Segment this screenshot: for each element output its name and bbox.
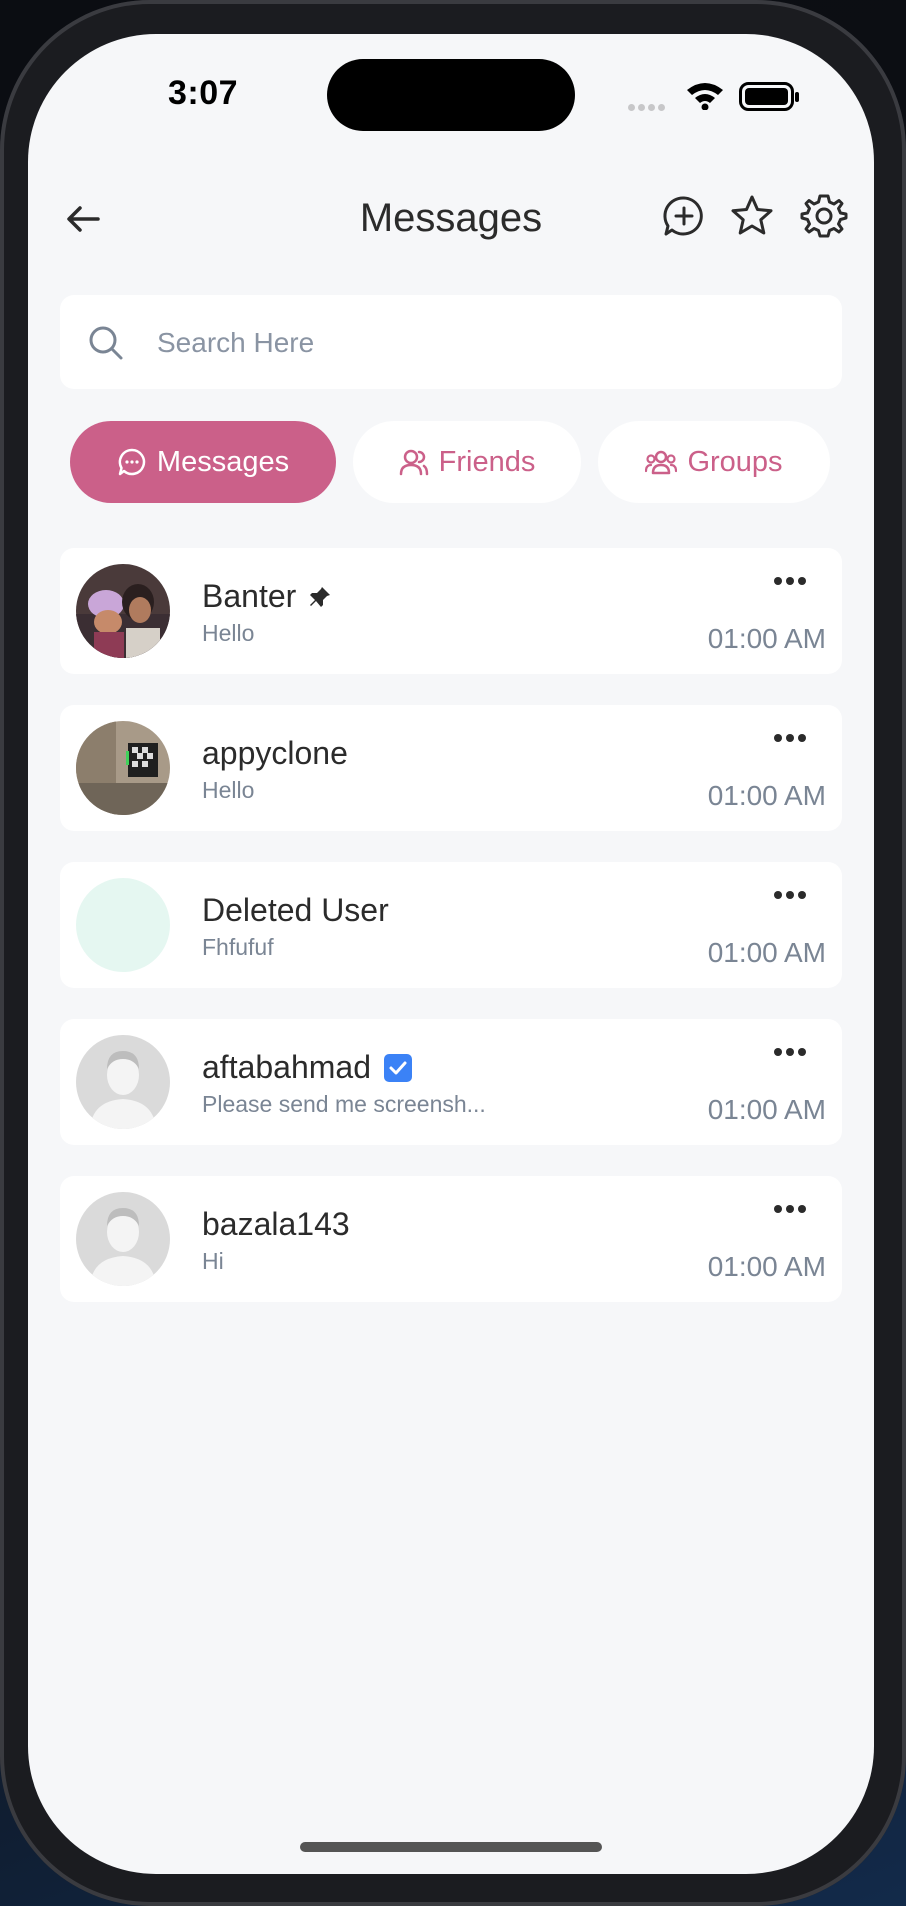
tab-label: Groups [687,445,783,478]
wifi-icon [687,83,723,110]
message-time: 01:00 AM [707,623,826,654]
contact-name: Banter [202,578,332,615]
battery-icon [739,82,799,111]
avatar [76,878,170,972]
tab-label: Friends [438,445,536,478]
dynamic-island [327,59,575,131]
message-time: 01:00 AM [707,1094,826,1125]
message-time: 01:00 AM [707,937,826,968]
contact-name: aftabahmad [202,1049,413,1086]
more-options-icon[interactable] [774,729,814,743]
pin-icon [310,586,331,607]
tab-friends[interactable]: Friends [353,421,581,503]
conversation-row[interactable]: Deleted User Fhfufuf 01:00 AM [60,862,842,988]
star-icon[interactable] [728,192,776,240]
message-preview: Hi [202,1248,224,1274]
more-options-icon[interactable] [774,886,814,900]
status-time: 3:07 [167,74,239,112]
users-icon [399,449,428,476]
conversation-row[interactable]: Banter Hello 01:00 AM [60,548,842,674]
contact-name: appyclone [202,735,348,771]
search-input[interactable] [155,317,809,369]
default-avatar-icon [76,1035,170,1129]
message-time: 01:00 AM [707,1251,826,1282]
new-chat-icon[interactable] [660,192,708,240]
tab-groups[interactable]: Groups [598,421,830,503]
contact-name: Deleted User [202,892,389,928]
tab-label: Messages [156,445,290,478]
conversation-row[interactable]: aftabahmad Please send me screensh... 01… [60,1019,842,1145]
header: Messages [28,174,874,264]
gear-icon[interactable] [800,192,848,240]
message-preview: Please send me screensh... [202,1091,486,1117]
status-icons [628,78,828,114]
conversation-row[interactable]: bazala143 Hi 01:00 AM [60,1176,842,1302]
message-preview: Hello [202,620,255,646]
screen: 3:07 Messages Search Here Messages Frien… [28,34,874,1874]
tab-messages[interactable]: Messages [70,421,336,503]
message-preview: Fhfufuf [202,934,274,960]
more-options-icon[interactable] [774,1200,814,1214]
avatar [76,721,170,815]
message-time: 01:00 AM [707,780,826,811]
message-preview: Hello [202,777,255,803]
default-avatar-icon [76,1192,170,1286]
chat-bubble-icon [118,448,146,476]
verified-icon [384,1053,413,1082]
phone-frame: 3:07 Messages Search Here Messages Frien… [0,0,906,1906]
home-indicator[interactable] [300,1842,602,1852]
more-options-icon[interactable] [774,1043,814,1057]
conversation-row[interactable]: appyclone Hello 01:00 AM [60,705,842,831]
signal-dots-icon [628,98,668,116]
avatar [76,564,170,658]
search-bar[interactable] [60,295,842,389]
more-options-icon[interactable] [774,572,814,586]
group-icon [645,450,678,475]
search-icon [89,326,123,360]
contact-name: bazala143 [202,1206,350,1242]
